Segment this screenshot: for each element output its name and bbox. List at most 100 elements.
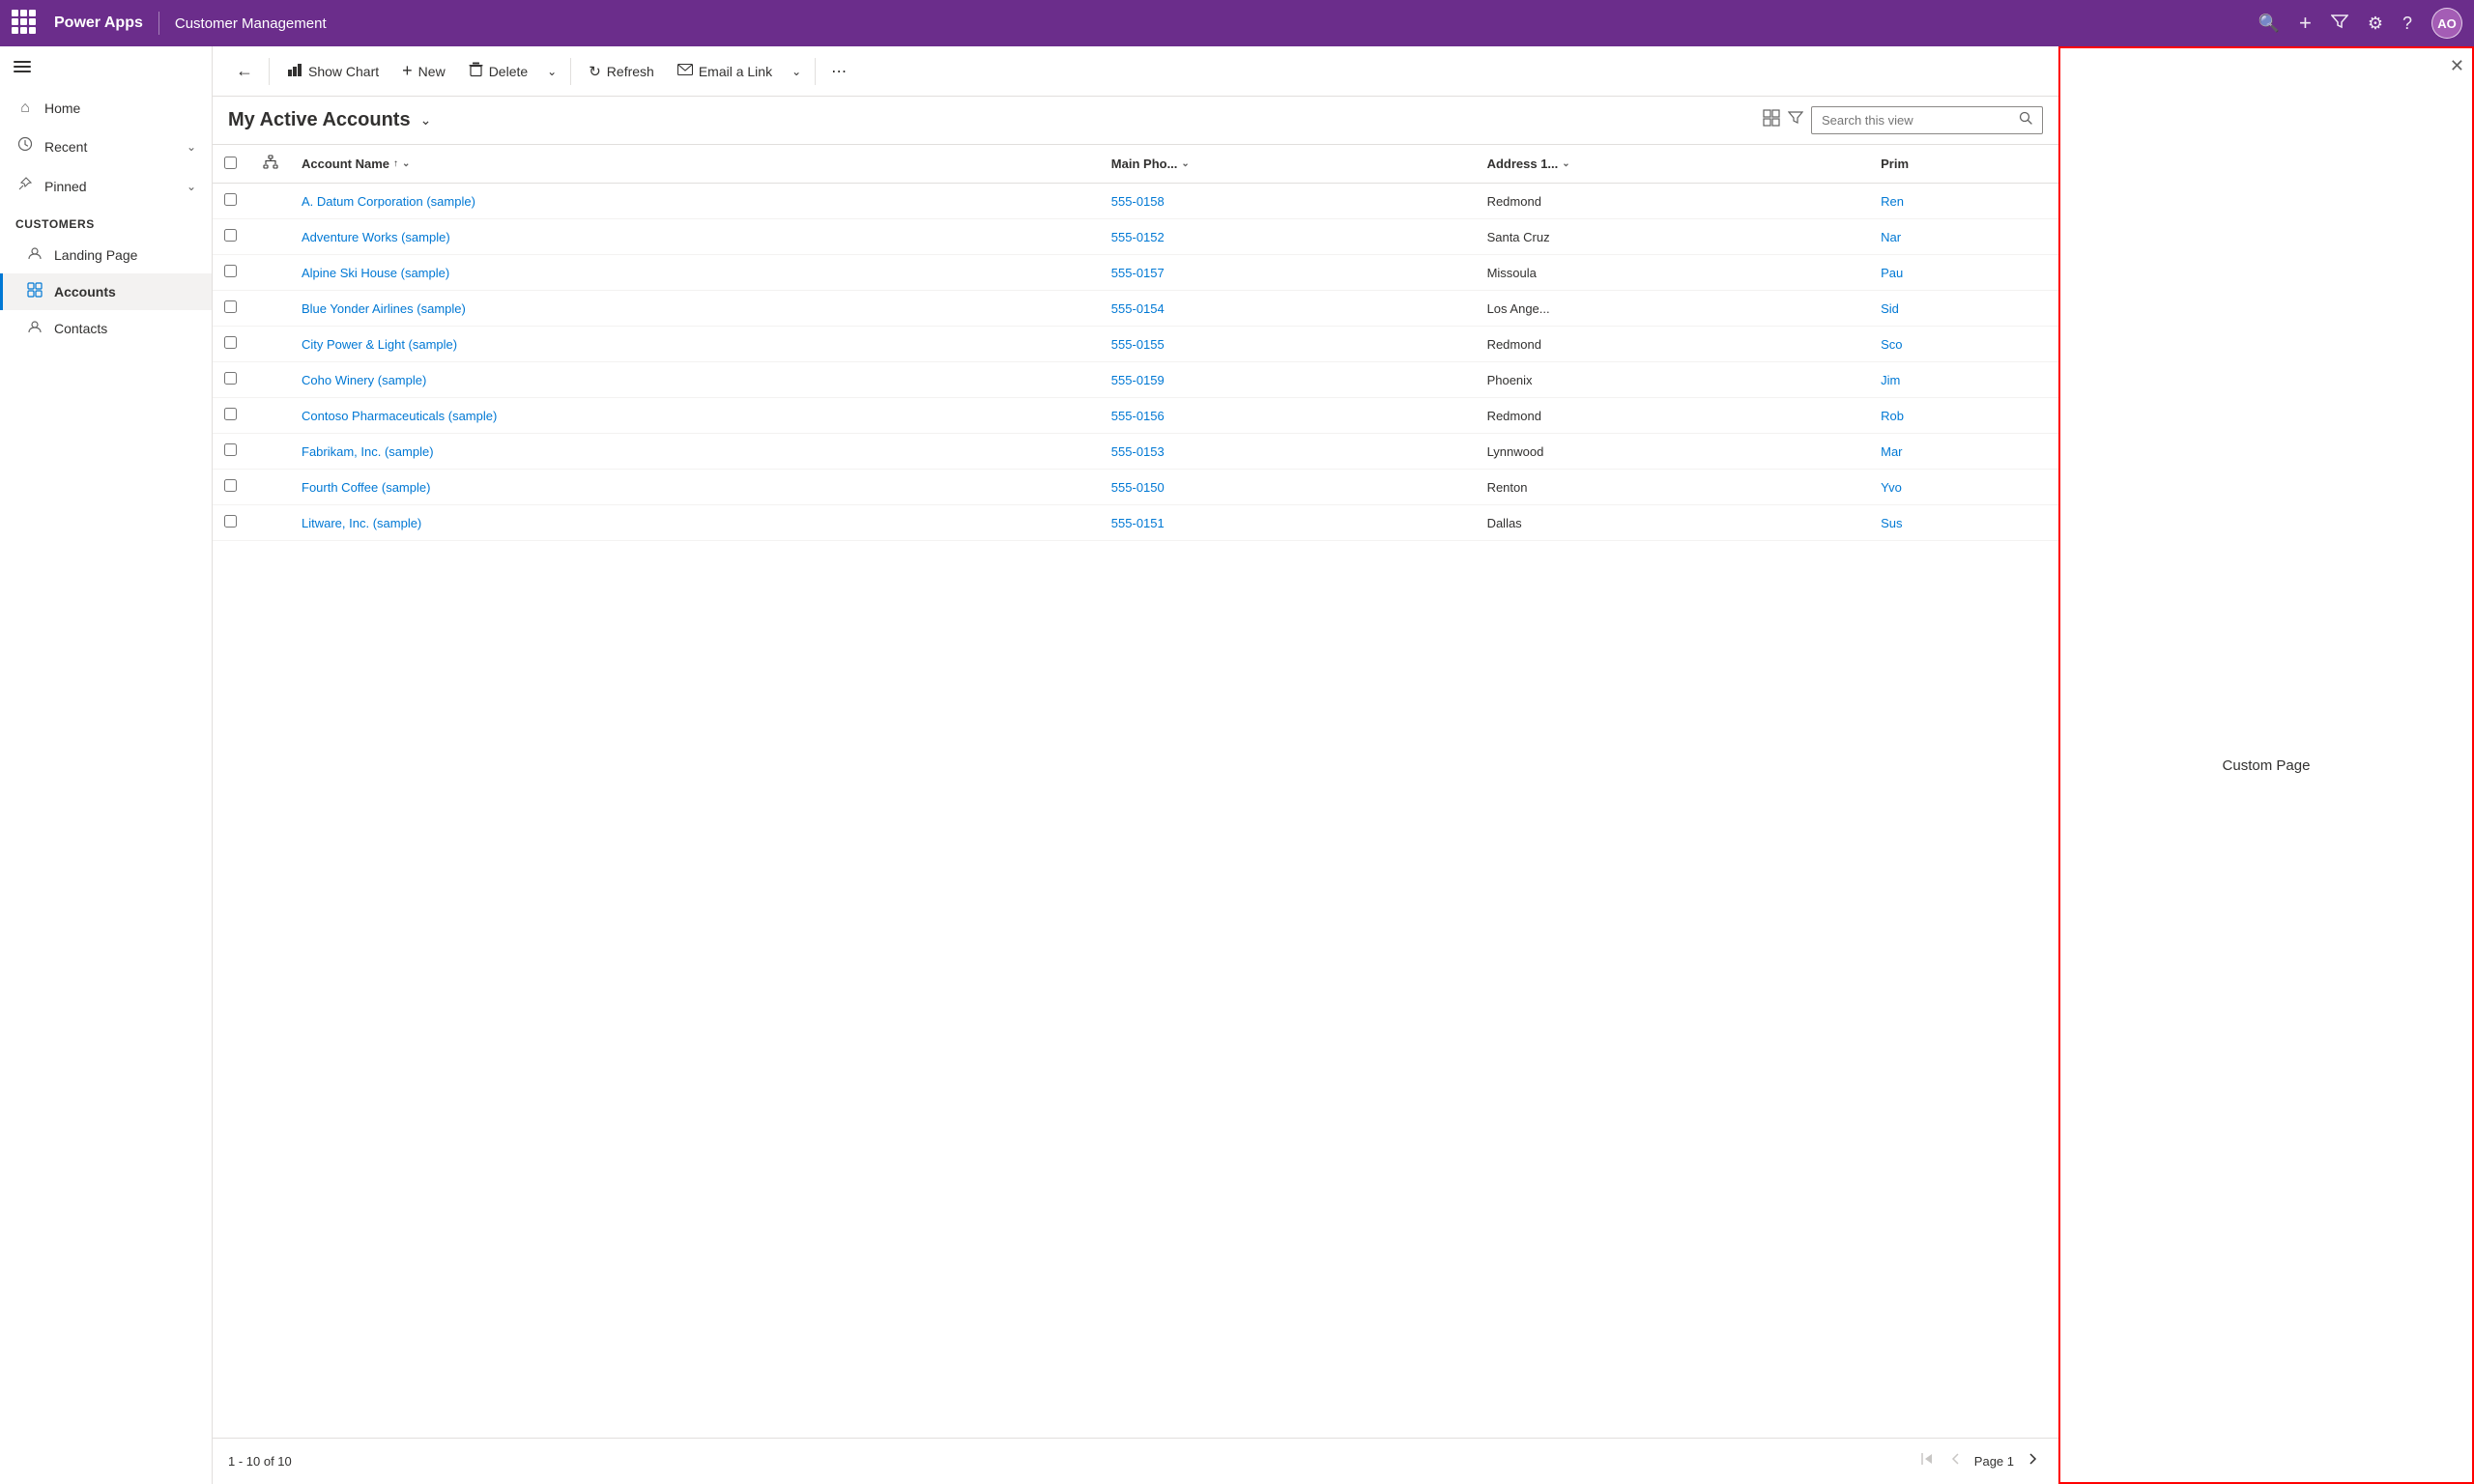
row-account-name-6[interactable]: Contoso Pharmaceuticals (sample) xyxy=(290,398,1100,434)
row-checkbox-8[interactable] xyxy=(213,470,251,505)
row-primary-5[interactable]: Jim xyxy=(1869,362,2058,398)
help-icon[interactable]: ? xyxy=(2402,14,2412,34)
row-checkbox-5[interactable] xyxy=(213,362,251,398)
account-name-link-2[interactable]: Alpine Ski House (sample) xyxy=(302,266,449,280)
sidebar-item-contacts[interactable]: Contacts xyxy=(0,310,212,347)
account-name-filter-icon[interactable]: ⌄ xyxy=(402,158,410,169)
account-name-link-4[interactable]: City Power & Light (sample) xyxy=(302,337,457,352)
row-select-checkbox-3[interactable] xyxy=(224,300,237,313)
email-link-button[interactable]: Email a Link xyxy=(668,57,782,85)
account-name-link-0[interactable]: A. Datum Corporation (sample) xyxy=(302,194,475,209)
row-account-name-9[interactable]: Litware, Inc. (sample) xyxy=(290,505,1100,541)
row-select-checkbox-4[interactable] xyxy=(224,336,237,349)
row-phone-0[interactable]: 555-0158 xyxy=(1100,184,1476,219)
row-primary-4[interactable]: Sco xyxy=(1869,327,2058,362)
phone-value-1[interactable]: 555-0152 xyxy=(1111,230,1165,244)
address1-header[interactable]: Address 1... ⌄ xyxy=(1476,145,1870,184)
phone-value-7[interactable]: 555-0153 xyxy=(1111,444,1165,459)
primary-link-8[interactable]: Yvo xyxy=(1881,480,1902,495)
phone-value-5[interactable]: 555-0159 xyxy=(1111,373,1165,387)
first-page-button[interactable] xyxy=(1916,1448,1938,1474)
row-account-name-4[interactable]: City Power & Light (sample) xyxy=(290,327,1100,362)
row-checkbox-4[interactable] xyxy=(213,327,251,362)
row-checkbox-1[interactable] xyxy=(213,219,251,255)
row-phone-7[interactable]: 555-0153 xyxy=(1100,434,1476,470)
account-name-sort-icon[interactable]: ↑ xyxy=(393,158,398,169)
sidebar-toggle[interactable] xyxy=(0,46,212,90)
address1-filter-icon[interactable]: ⌄ xyxy=(1562,158,1569,169)
delete-button[interactable]: Delete xyxy=(459,56,537,87)
prev-page-button[interactable] xyxy=(1945,1448,1967,1474)
sidebar-item-home[interactable]: ⌂ Home xyxy=(0,90,212,127)
row-checkbox-7[interactable] xyxy=(213,434,251,470)
email-link-dropdown-button[interactable]: ⌄ xyxy=(786,59,807,84)
settings-icon[interactable]: ⚙ xyxy=(2368,14,2383,34)
phone-value-9[interactable]: 555-0151 xyxy=(1111,516,1165,530)
row-checkbox-3[interactable] xyxy=(213,291,251,327)
primary-link-9[interactable]: Sus xyxy=(1881,516,1902,530)
account-name-link-9[interactable]: Litware, Inc. (sample) xyxy=(302,516,421,530)
phone-value-3[interactable]: 555-0154 xyxy=(1111,301,1165,316)
avatar[interactable]: AO xyxy=(2431,8,2462,39)
row-select-checkbox-9[interactable] xyxy=(224,515,237,528)
account-name-link-5[interactable]: Coho Winery (sample) xyxy=(302,373,426,387)
row-select-checkbox-1[interactable] xyxy=(224,229,237,242)
row-phone-8[interactable]: 555-0150 xyxy=(1100,470,1476,505)
row-select-checkbox-0[interactable] xyxy=(224,193,237,206)
row-primary-0[interactable]: Ren xyxy=(1869,184,2058,219)
select-all-checkbox[interactable] xyxy=(224,157,237,169)
account-name-link-7[interactable]: Fabrikam, Inc. (sample) xyxy=(302,444,434,459)
phone-value-8[interactable]: 555-0150 xyxy=(1111,480,1165,495)
delete-dropdown-button[interactable]: ⌄ xyxy=(541,59,562,84)
primary-link-7[interactable]: Mar xyxy=(1881,444,1902,459)
search-input[interactable] xyxy=(1822,113,2019,128)
row-select-checkbox-6[interactable] xyxy=(224,408,237,420)
account-name-link-3[interactable]: Blue Yonder Airlines (sample) xyxy=(302,301,466,316)
row-select-checkbox-7[interactable] xyxy=(224,443,237,456)
primary-link-6[interactable]: Rob xyxy=(1881,409,1904,423)
account-name-link-8[interactable]: Fourth Coffee (sample) xyxy=(302,480,430,495)
waffle-menu[interactable] xyxy=(12,10,39,37)
back-button[interactable]: ← xyxy=(228,55,261,87)
search-icon[interactable]: 🔍 xyxy=(2258,14,2280,34)
row-account-name-3[interactable]: Blue Yonder Airlines (sample) xyxy=(290,291,1100,327)
phone-value-6[interactable]: 555-0156 xyxy=(1111,409,1165,423)
row-checkbox-2[interactable] xyxy=(213,255,251,291)
next-page-button[interactable] xyxy=(2022,1448,2043,1474)
sidebar-item-recent[interactable]: Recent ⌄ xyxy=(0,127,212,166)
row-phone-3[interactable]: 555-0154 xyxy=(1100,291,1476,327)
filter-icon[interactable] xyxy=(2331,13,2348,35)
main-phone-header[interactable]: Main Pho... ⌄ xyxy=(1100,145,1476,184)
row-select-checkbox-2[interactable] xyxy=(224,265,237,277)
sidebar-item-landing-page[interactable]: Landing Page xyxy=(0,237,212,273)
more-button[interactable]: ⋯ xyxy=(823,56,854,87)
account-name-link-6[interactable]: Contoso Pharmaceuticals (sample) xyxy=(302,409,497,423)
phone-value-2[interactable]: 555-0157 xyxy=(1111,266,1165,280)
row-select-checkbox-5[interactable] xyxy=(224,372,237,385)
account-name-header[interactable]: Account Name ↑ ⌄ xyxy=(290,145,1100,184)
primary-link-5[interactable]: Jim xyxy=(1881,373,1900,387)
sidebar-item-pinned[interactable]: Pinned ⌄ xyxy=(0,166,212,206)
row-primary-7[interactable]: Mar xyxy=(1869,434,2058,470)
view-grid-icon[interactable] xyxy=(1763,109,1780,131)
row-phone-4[interactable]: 555-0155 xyxy=(1100,327,1476,362)
primary-link-4[interactable]: Sco xyxy=(1881,337,1902,352)
account-name-link-1[interactable]: Adventure Works (sample) xyxy=(302,230,450,244)
primary-link-2[interactable]: Pau xyxy=(1881,266,1903,280)
new-button[interactable]: + New xyxy=(392,55,455,87)
row-phone-9[interactable]: 555-0151 xyxy=(1100,505,1476,541)
select-all-checkbox-header[interactable] xyxy=(213,145,251,184)
show-chart-button[interactable]: Show Chart xyxy=(277,56,388,87)
row-primary-8[interactable]: Yvo xyxy=(1869,470,2058,505)
row-checkbox-9[interactable] xyxy=(213,505,251,541)
search-box[interactable] xyxy=(1811,106,2043,134)
search-icon[interactable] xyxy=(2019,111,2032,129)
main-phone-filter-icon[interactable]: ⌄ xyxy=(1181,158,1189,169)
view-title-chevron-icon[interactable]: ⌄ xyxy=(420,112,432,128)
row-select-checkbox-8[interactable] xyxy=(224,479,237,492)
row-phone-5[interactable]: 555-0159 xyxy=(1100,362,1476,398)
row-primary-3[interactable]: Sid xyxy=(1869,291,2058,327)
right-panel-close-button[interactable]: ✕ xyxy=(2450,56,2464,76)
primary-link-1[interactable]: Nar xyxy=(1881,230,1901,244)
refresh-button[interactable]: ↻ Refresh xyxy=(579,57,664,86)
